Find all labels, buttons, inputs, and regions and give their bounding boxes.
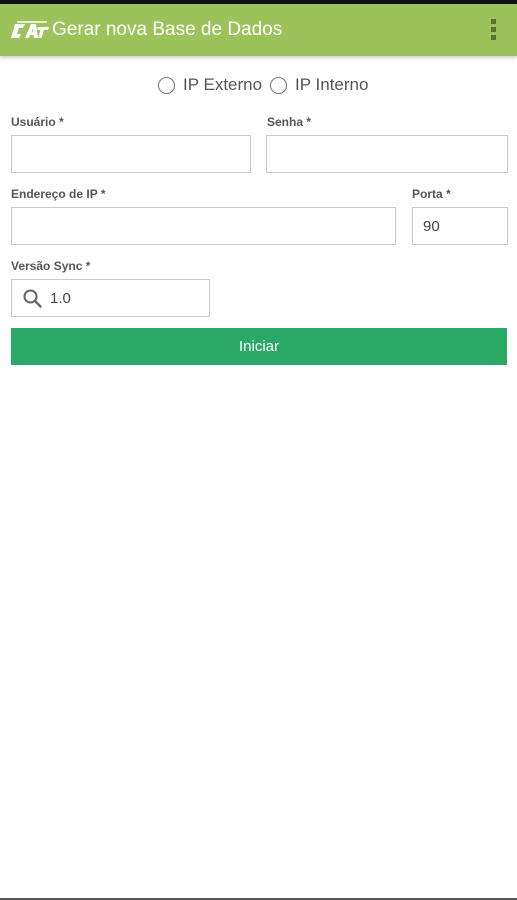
versao-sync-field-box[interactable] — [11, 279, 210, 317]
usuario-label: Usuário * — [11, 115, 64, 129]
app-title: Gerar nova Base de Dados — [52, 19, 283, 40]
radio-ip-externo[interactable]: IP Externo — [158, 72, 262, 98]
porta-input[interactable] — [413, 208, 507, 244]
versao-sync-input[interactable] — [42, 280, 209, 316]
ip-type-radio-group: IP Externo IP Interno — [0, 72, 517, 98]
senha-label: Senha * — [267, 115, 312, 129]
versao-sync-label: Versão Sync * — [11, 259, 91, 273]
overflow-menu-icon[interactable] — [488, 17, 498, 45]
senha-input[interactable] — [267, 136, 507, 172]
radio-circle-icon[interactable] — [270, 76, 287, 94]
radio-circle-icon[interactable] — [158, 76, 175, 94]
porta-label: Porta * — [412, 187, 451, 201]
porta-field-box — [412, 207, 508, 245]
endereco-ip-input[interactable] — [12, 208, 395, 244]
senha-field-box — [266, 135, 508, 173]
iniciar-button[interactable]: Iniciar — [11, 328, 507, 365]
usuario-field-box — [11, 135, 251, 173]
usuario-input[interactable] — [12, 136, 250, 172]
radio-ip-interno[interactable]: IP Interno — [270, 72, 368, 98]
app-bar: Gerar nova Base de Dados — [0, 4, 517, 56]
radio-label-ip-interno: IP Interno — [295, 75, 369, 94]
car-logo-icon — [11, 21, 49, 38]
radio-label-ip-externo: IP Externo — [183, 75, 263, 94]
search-icon[interactable] — [23, 289, 42, 308]
endereco-ip-field-box — [11, 207, 396, 245]
endereco-ip-label: Endereço de IP * — [11, 187, 106, 201]
